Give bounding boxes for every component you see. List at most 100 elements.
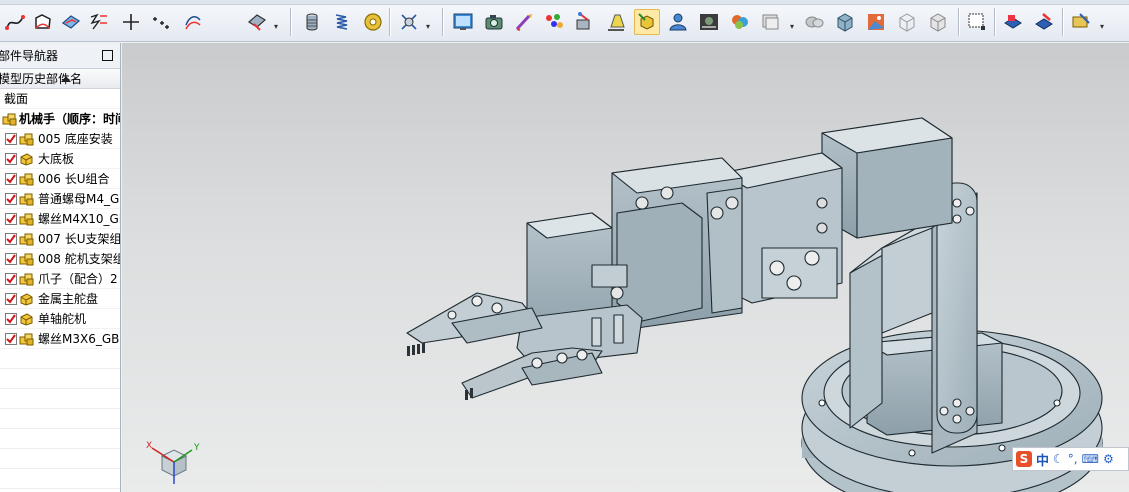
tree-row-component[interactable]: 螺丝M4X10_GB — [0, 209, 120, 229]
visibility-checkbox[interactable] — [5, 193, 17, 205]
view-icon[interactable] — [1000, 9, 1026, 35]
face-icon[interactable] — [58, 9, 84, 35]
assembly-icon — [19, 193, 34, 206]
settings-icon[interactable]: ⚙ — [1103, 452, 1114, 466]
camera-icon[interactable] — [481, 9, 507, 35]
tree-row-label: 007 长U支架组 — [38, 232, 120, 246]
visibility-checkbox[interactable] — [5, 213, 17, 225]
offset-curve-icon[interactable] — [180, 9, 206, 35]
keyboard-icon[interactable]: ⌨ — [1082, 452, 1099, 466]
moon-icon[interactable]: ☾ — [1053, 452, 1064, 466]
visibility-checkbox[interactable] — [5, 153, 17, 165]
tree-row-component[interactable]: 大底板 — [0, 149, 120, 169]
visibility-checkbox[interactable] — [5, 333, 17, 345]
main-toolbar: ▾ ▾ ▾ ▾ — [0, 0, 1129, 42]
display-icon[interactable] — [450, 9, 476, 35]
tree-row-label: 大底板 — [38, 152, 75, 166]
environment-icon[interactable] — [727, 9, 753, 35]
gripper-teeth — [407, 343, 473, 400]
tree-row-label: 金属主舵盘 — [38, 292, 99, 306]
user-icon[interactable] — [665, 9, 691, 35]
ime-logo[interactable]: S — [1016, 451, 1032, 467]
tree-row-component[interactable]: 普通螺母M4_GB — [0, 189, 120, 209]
cube-icon[interactable] — [832, 9, 858, 35]
ime-status-bar[interactable]: S 中 ☾ °, ⌨ ⚙ — [1012, 447, 1129, 471]
empty-row — [0, 369, 120, 389]
shaded-icon[interactable] — [925, 9, 951, 35]
extract-dropdown-arrow[interactable]: ▾ — [274, 22, 280, 31]
gear-icon[interactable] — [396, 9, 422, 35]
empty-row — [0, 469, 120, 489]
robot-arm-model[interactable] — [122, 43, 1129, 492]
sort-ascending-icon[interactable] — [61, 76, 71, 82]
gear-dropdown-arrow[interactable]: ▾ — [426, 22, 432, 31]
tree-row-label: 截面 — [4, 92, 29, 106]
bounded-plane-icon[interactable] — [30, 9, 56, 35]
light-icon[interactable] — [603, 9, 629, 35]
visibility-checkbox[interactable] — [5, 233, 17, 245]
y-axis-label: Y — [193, 443, 200, 453]
toolbar-separator — [1062, 8, 1063, 36]
wireframe-icon[interactable] — [894, 9, 920, 35]
coordinate-triad-icon: X Y — [146, 441, 200, 484]
tree-row-component[interactable]: 006 长U组合 — [0, 169, 120, 189]
toolbar-separator — [958, 8, 959, 36]
navigator-title-bar: 部件导航器 — [0, 43, 120, 69]
graphics-viewport[interactable]: X Y S 中 ☾ °, ⌨ ⚙ — [122, 43, 1129, 492]
spline-icon[interactable] — [2, 9, 28, 35]
assembly-icon — [19, 213, 34, 226]
edit-icon[interactable] — [1031, 9, 1057, 35]
export-dropdown-arrow[interactable]: ▾ — [1100, 22, 1106, 31]
frame-icon[interactable] — [964, 9, 990, 35]
x-axis-label: X — [146, 441, 152, 451]
layer-dropdown-arrow[interactable]: ▾ — [790, 22, 796, 31]
tree-row-label: 螺丝M4X10_GB — [38, 212, 120, 226]
tree-children: 005 底座安装大底板 006 长U组合普通螺母M4_GB 螺丝M4X10_GB 00… — [0, 129, 120, 349]
export-icon[interactable] — [1068, 9, 1094, 35]
maximize-icon[interactable] — [102, 50, 113, 61]
empty-row — [0, 349, 120, 369]
point-icon[interactable] — [118, 9, 144, 35]
ime-mode[interactable]: 中 — [1036, 450, 1049, 469]
curve-icon[interactable] — [86, 9, 112, 35]
spring-icon[interactable] — [329, 9, 355, 35]
assembly-icon — [19, 173, 34, 186]
tree-row-component[interactable]: 金属主舵盘 — [0, 289, 120, 309]
toolbar-separator — [290, 8, 291, 36]
tree-row-component[interactable]: 螺丝M3X6_GB — [0, 329, 120, 349]
material-icon[interactable] — [571, 9, 597, 35]
render-icon[interactable] — [863, 9, 889, 35]
assembly-icon — [2, 113, 17, 126]
column-header[interactable]: 模型历史部件名 — [0, 69, 120, 89]
block-icon[interactable] — [801, 9, 827, 35]
tree-row-sections[interactable]: 截面 — [0, 89, 120, 109]
image-icon[interactable] — [696, 9, 722, 35]
empty-row — [0, 409, 120, 429]
layer-icon[interactable] — [758, 9, 784, 35]
cylinder-icon[interactable] — [299, 9, 325, 35]
visibility-checkbox[interactable] — [5, 133, 17, 145]
visibility-checkbox[interactable] — [5, 273, 17, 285]
tree-row-label: 006 长U组合 — [38, 172, 110, 186]
visibility-checkbox[interactable] — [5, 313, 17, 325]
tree-row-label: 单轴舵机 — [38, 312, 87, 326]
visibility-checkbox[interactable] — [5, 253, 17, 265]
extract-icon[interactable] — [244, 9, 270, 35]
highlight-icon[interactable] — [634, 9, 660, 35]
visibility-checkbox[interactable] — [5, 173, 17, 185]
point-set-icon[interactable] — [148, 9, 174, 35]
paint-brush-icon[interactable] — [511, 9, 537, 35]
tree-row-component[interactable]: 008 舵机支架组 — [0, 249, 120, 269]
color-palette-icon[interactable] — [541, 9, 567, 35]
toolbar-separator — [442, 8, 443, 36]
tree-row-component[interactable]: 007 长U支架组 — [0, 229, 120, 249]
tree-row-component[interactable]: 单轴舵机 — [0, 309, 120, 329]
visibility-checkbox[interactable] — [5, 293, 17, 305]
punctuation-icon[interactable]: °, — [1068, 452, 1078, 466]
assembly-icon — [19, 333, 34, 346]
tree-row-root-assembly[interactable]: 机械手（顺序：时间） — [0, 109, 120, 129]
coil-icon[interactable] — [360, 9, 386, 35]
part-icon — [20, 313, 33, 326]
tree-row-component[interactable]: 005 底座安装 — [0, 129, 120, 149]
tree-row-component[interactable]: 爪子（配合）2 — [0, 269, 120, 289]
